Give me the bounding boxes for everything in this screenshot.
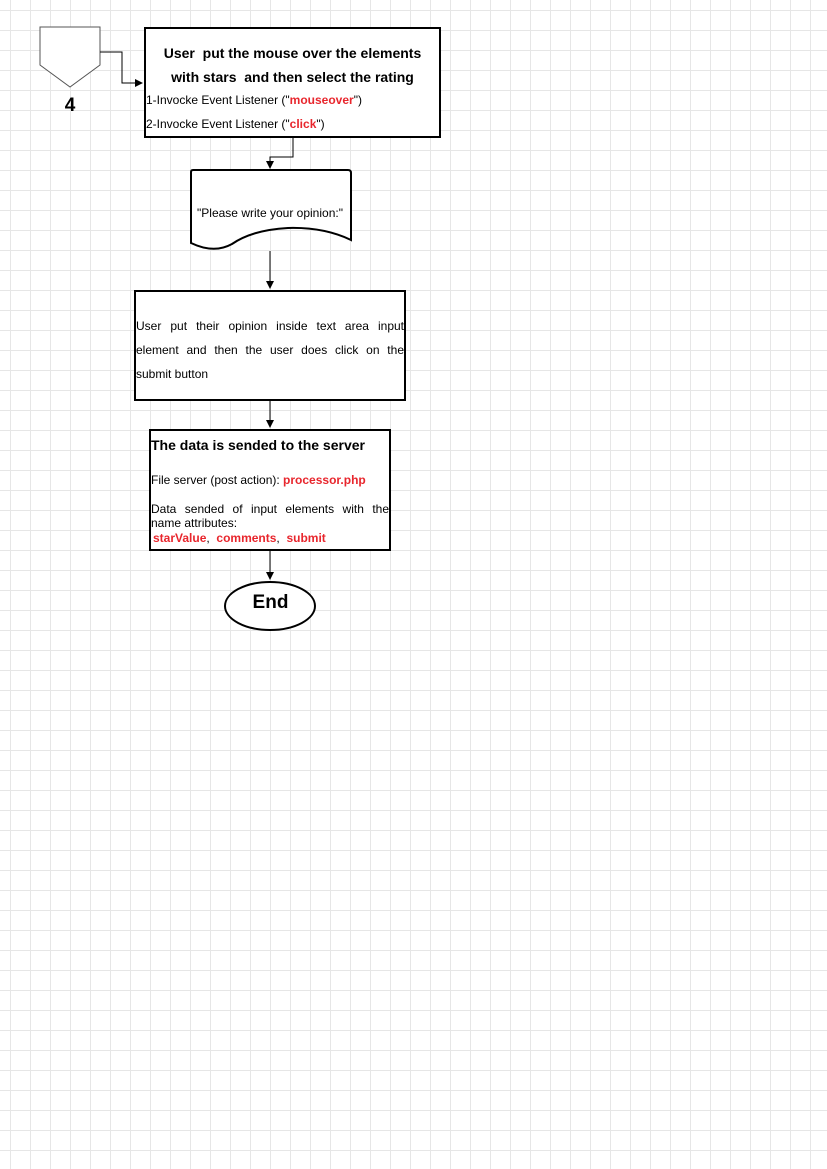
process-box-text: User put their opinion inside text area …: [136, 319, 404, 381]
process-box-send-to-server: The data is sended to the server File se…: [149, 429, 391, 551]
end-terminal-label: End: [252, 592, 289, 613]
file-server-label: File server (post action):: [151, 473, 284, 487]
title-line-2: with stars and then select the rating: [171, 69, 414, 85]
event-name-click: click: [289, 117, 317, 131]
item2-prefix: 2-Invocke Event Listener (": [146, 117, 290, 131]
item1-suffix: "): [353, 93, 362, 107]
attribute-submit: submit: [286, 531, 326, 545]
attribute-comments: comments: [216, 531, 277, 545]
process-box-write-opinion: User put their opinion inside text area …: [134, 290, 406, 401]
offpage-connector-number: 4: [64, 95, 76, 116]
arrow-connector-to-box1: [100, 51, 143, 87]
attribute-starvalue: starValue: [153, 531, 207, 545]
file-server-value: processor.php: [283, 473, 366, 487]
event-listener-item-mouseover: 1-Invocke Event Listener ("mouseover"): [146, 93, 362, 107]
data-sended-text: Data sended of input elements with the n…: [151, 502, 389, 530]
flowchart-connectors: [39, 26, 352, 631]
offpage-connector-shape: [39, 26, 101, 88]
title-line-1: User put the mouse over the elements: [163, 45, 422, 61]
file-server-line: File server (post action): processor.php: [151, 473, 366, 487]
process-box-hover-select-rating: User put the mouse over the elements wit…: [144, 27, 441, 138]
document-prompt-text: "Please write your opinion:": [197, 206, 343, 220]
item2-suffix: "): [316, 117, 325, 131]
item1-prefix: 1-Invocke Event Listener (": [146, 93, 290, 107]
attribute-separator: ,: [276, 531, 287, 545]
arrow-box1-to-document: [266, 138, 294, 169]
process-box-title: User put the mouse over the elements wit…: [146, 41, 439, 89]
event-name-mouseover: mouseover: [289, 93, 354, 107]
process-box-title: The data is sended to the server: [151, 437, 365, 453]
attribute-separator: ,: [206, 531, 217, 545]
name-attributes-list: starValue, comments, submit: [153, 531, 326, 545]
event-listener-item-click: 2-Invocke Event Listener ("click"): [146, 117, 325, 131]
